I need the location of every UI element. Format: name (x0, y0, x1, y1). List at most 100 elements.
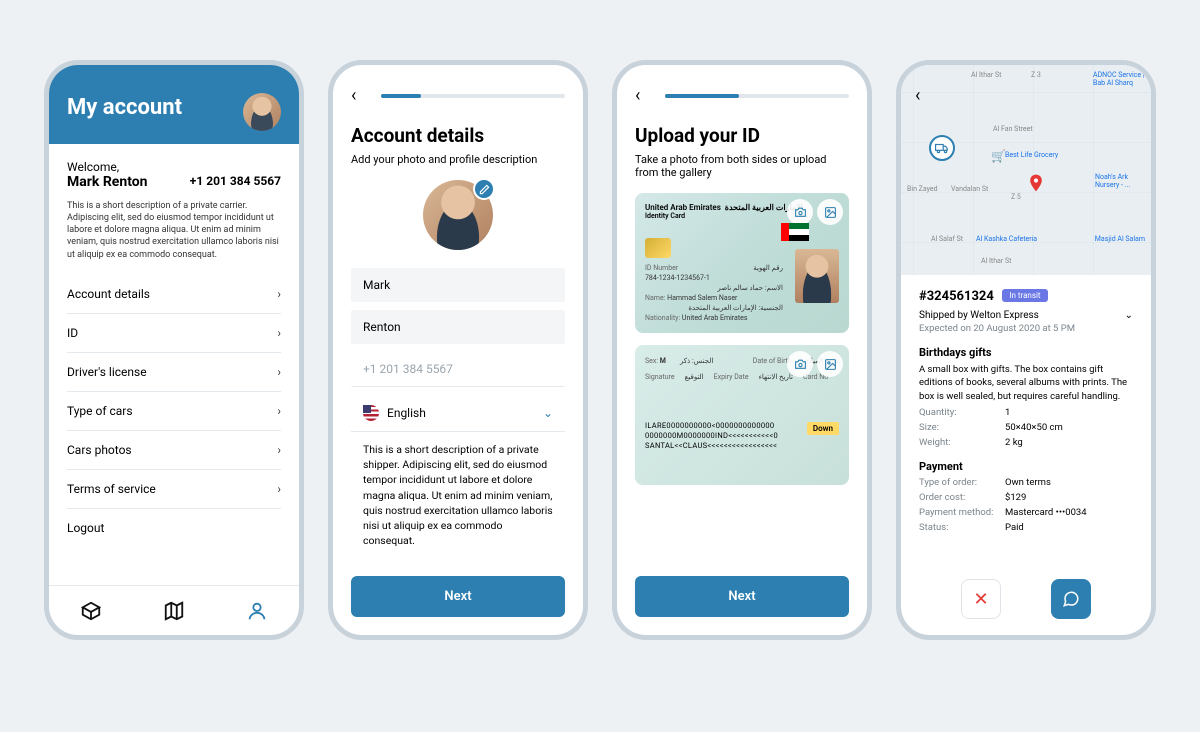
id-name-label: Name: (645, 294, 665, 302)
chevron-right-icon: › (277, 404, 281, 418)
signature-label: Signature (645, 373, 675, 381)
expiry-label: Expiry Date (714, 373, 749, 381)
map-label: ADNOC Service | Bab Al Sharq (1093, 71, 1147, 87)
menu-account-details[interactable]: Account details› (67, 275, 281, 314)
map-label: Bin Zayed (907, 185, 938, 193)
back-button[interactable]: ‹ (635, 85, 640, 106)
menu-terms-of-service[interactable]: Terms of service› (67, 470, 281, 509)
gallery-button[interactable] (817, 351, 843, 377)
cost-value: $129 (1005, 492, 1026, 503)
map-label: Masjid Al Salam (1095, 235, 1145, 243)
dob-label: Date of Birth (753, 357, 792, 365)
store-pin-icon: 🛒 (991, 149, 1006, 163)
edit-avatar-button[interactable] (473, 178, 495, 200)
phone-order-tracking: ‹ 🛒 Best Life Grocery Bin Zayed Z 3 Z 5 … (896, 60, 1156, 640)
gallery-button[interactable] (817, 199, 843, 225)
id-number-label: ID Number (645, 264, 678, 272)
download-button[interactable]: Down (807, 422, 839, 435)
profile-avatar[interactable] (423, 180, 493, 250)
payment-title: Payment (919, 460, 1133, 473)
id-card-back: Sex: M الجنس: ذكر Date of Birth تاريخ ال… (635, 345, 849, 485)
language-select[interactable]: English ⌄ (351, 395, 565, 432)
shipping-row[interactable]: Shipped by Welton Express ⌄ (919, 310, 1133, 321)
gift-title: Birthdays gifts (919, 346, 1133, 359)
cost-label: Order cost: (919, 492, 1005, 503)
size-label: Size: (919, 422, 1005, 433)
expected-delivery: Expected on 20 August 2020 at 5 PM (919, 323, 1133, 334)
status-badge: In transit (1002, 289, 1047, 302)
store-label: Best Life Grocery (1005, 151, 1058, 159)
mrz-line-3: SANTAL<<CLAUS<<<<<<<<<<<<<<<<< (645, 441, 839, 451)
menu-label: Logout (67, 521, 104, 535)
account-header: My account (49, 65, 299, 144)
progress-bar (381, 94, 565, 98)
menu-logout[interactable]: Logout (67, 509, 281, 547)
avatar[interactable] (243, 93, 281, 131)
first-name-input[interactable]: Mark (351, 268, 565, 302)
menu-id[interactable]: ID› (67, 314, 281, 353)
map-label: Al Ithar St (981, 257, 1011, 265)
id-number-ar-label: رقم الهوية (753, 264, 783, 272)
page-subtitle: Add your photo and profile description (351, 153, 565, 166)
id-nationality-value: United Arab Emirates (682, 314, 748, 322)
chevron-down-icon: ⌄ (543, 406, 553, 420)
map-label: Al Salaf St (931, 235, 963, 243)
back-button[interactable]: ‹ (915, 85, 920, 106)
welcome-label: Welcome, (67, 160, 281, 174)
status-label: Status: (919, 522, 1005, 533)
language-value: English (387, 406, 426, 420)
account-menu: Account details› ID› Driver's license› T… (67, 275, 281, 547)
description-textarea[interactable]: This is a short description of a private… (351, 442, 565, 549)
qty-label: Quantity: (919, 407, 1005, 418)
chat-button[interactable] (1051, 579, 1091, 619)
map-label: Al Fan Street (993, 125, 1033, 133)
signature-ar: التوقيع (685, 373, 704, 381)
map-label: Noah's Ark Nursery - ... (1095, 173, 1145, 189)
menu-label: ID (67, 326, 78, 340)
menu-cars-photos[interactable]: Cars photos› (67, 431, 281, 470)
cancel-button[interactable]: ✕ (961, 579, 1001, 619)
menu-label: Driver's license (67, 365, 147, 379)
uae-flag-icon (781, 223, 809, 241)
menu-label: Cars photos (67, 443, 132, 457)
back-button[interactable]: ‹ (351, 85, 356, 106)
qty-value: 1 (1005, 407, 1010, 418)
tab-map[interactable] (163, 600, 185, 622)
method-label: Payment method: (919, 507, 1005, 518)
order-type-value: Own terms (1005, 477, 1051, 488)
truck-pin-icon (929, 135, 955, 161)
tab-profile[interactable] (246, 600, 268, 622)
camera-button[interactable] (787, 199, 813, 225)
map-label: Al Ithar St (971, 71, 1001, 79)
next-button[interactable]: Next (351, 576, 565, 617)
id-country: United Arab Emirates (645, 203, 721, 212)
page-title: Account details (351, 124, 565, 147)
order-type-label: Type of order: (919, 477, 1005, 488)
page-title: Upload your ID (635, 124, 849, 147)
menu-label: Terms of service (67, 482, 156, 496)
id-name-ar: الاسم: حماد سالم ناصر (645, 284, 783, 292)
menu-type-of-cars[interactable]: Type of cars › (67, 392, 281, 431)
camera-button[interactable] (787, 351, 813, 377)
flag-us-icon (363, 405, 379, 421)
tab-bar (49, 585, 299, 635)
size-value: 50×40×50 cm (1005, 422, 1063, 433)
id-nationality-ar: الجنسية: الإمارات العربية المتحدة (645, 304, 783, 312)
phone-account: My account Welcome, Mark Renton +1 201 3… (44, 60, 304, 640)
user-phone: +1 201 384 5567 (190, 174, 281, 188)
map-view[interactable]: ‹ 🛒 Best Life Grocery Bin Zayed Z 3 Z 5 … (901, 65, 1151, 275)
next-button[interactable]: Next (635, 576, 849, 617)
last-name-input[interactable]: Renton (351, 310, 565, 344)
phone-input[interactable]: +1 201 384 5567 (351, 352, 565, 387)
id-card-front: United Arab Emiratesالإمارات العربية الم… (635, 193, 849, 333)
map-label: Z 3 (1031, 71, 1041, 79)
menu-label: Type of cars (67, 404, 133, 418)
sex-ar: الجنس: ذكر (680, 357, 713, 365)
progress-bar (665, 94, 849, 98)
menu-drivers-license[interactable]: Driver's license› (67, 353, 281, 392)
destination-pin-icon (1026, 170, 1046, 202)
weight-label: Weight: (919, 437, 1005, 448)
map-label: Vandalan St (951, 185, 988, 193)
tab-packages[interactable] (80, 600, 102, 622)
map-label: Z 5 (1011, 193, 1021, 201)
